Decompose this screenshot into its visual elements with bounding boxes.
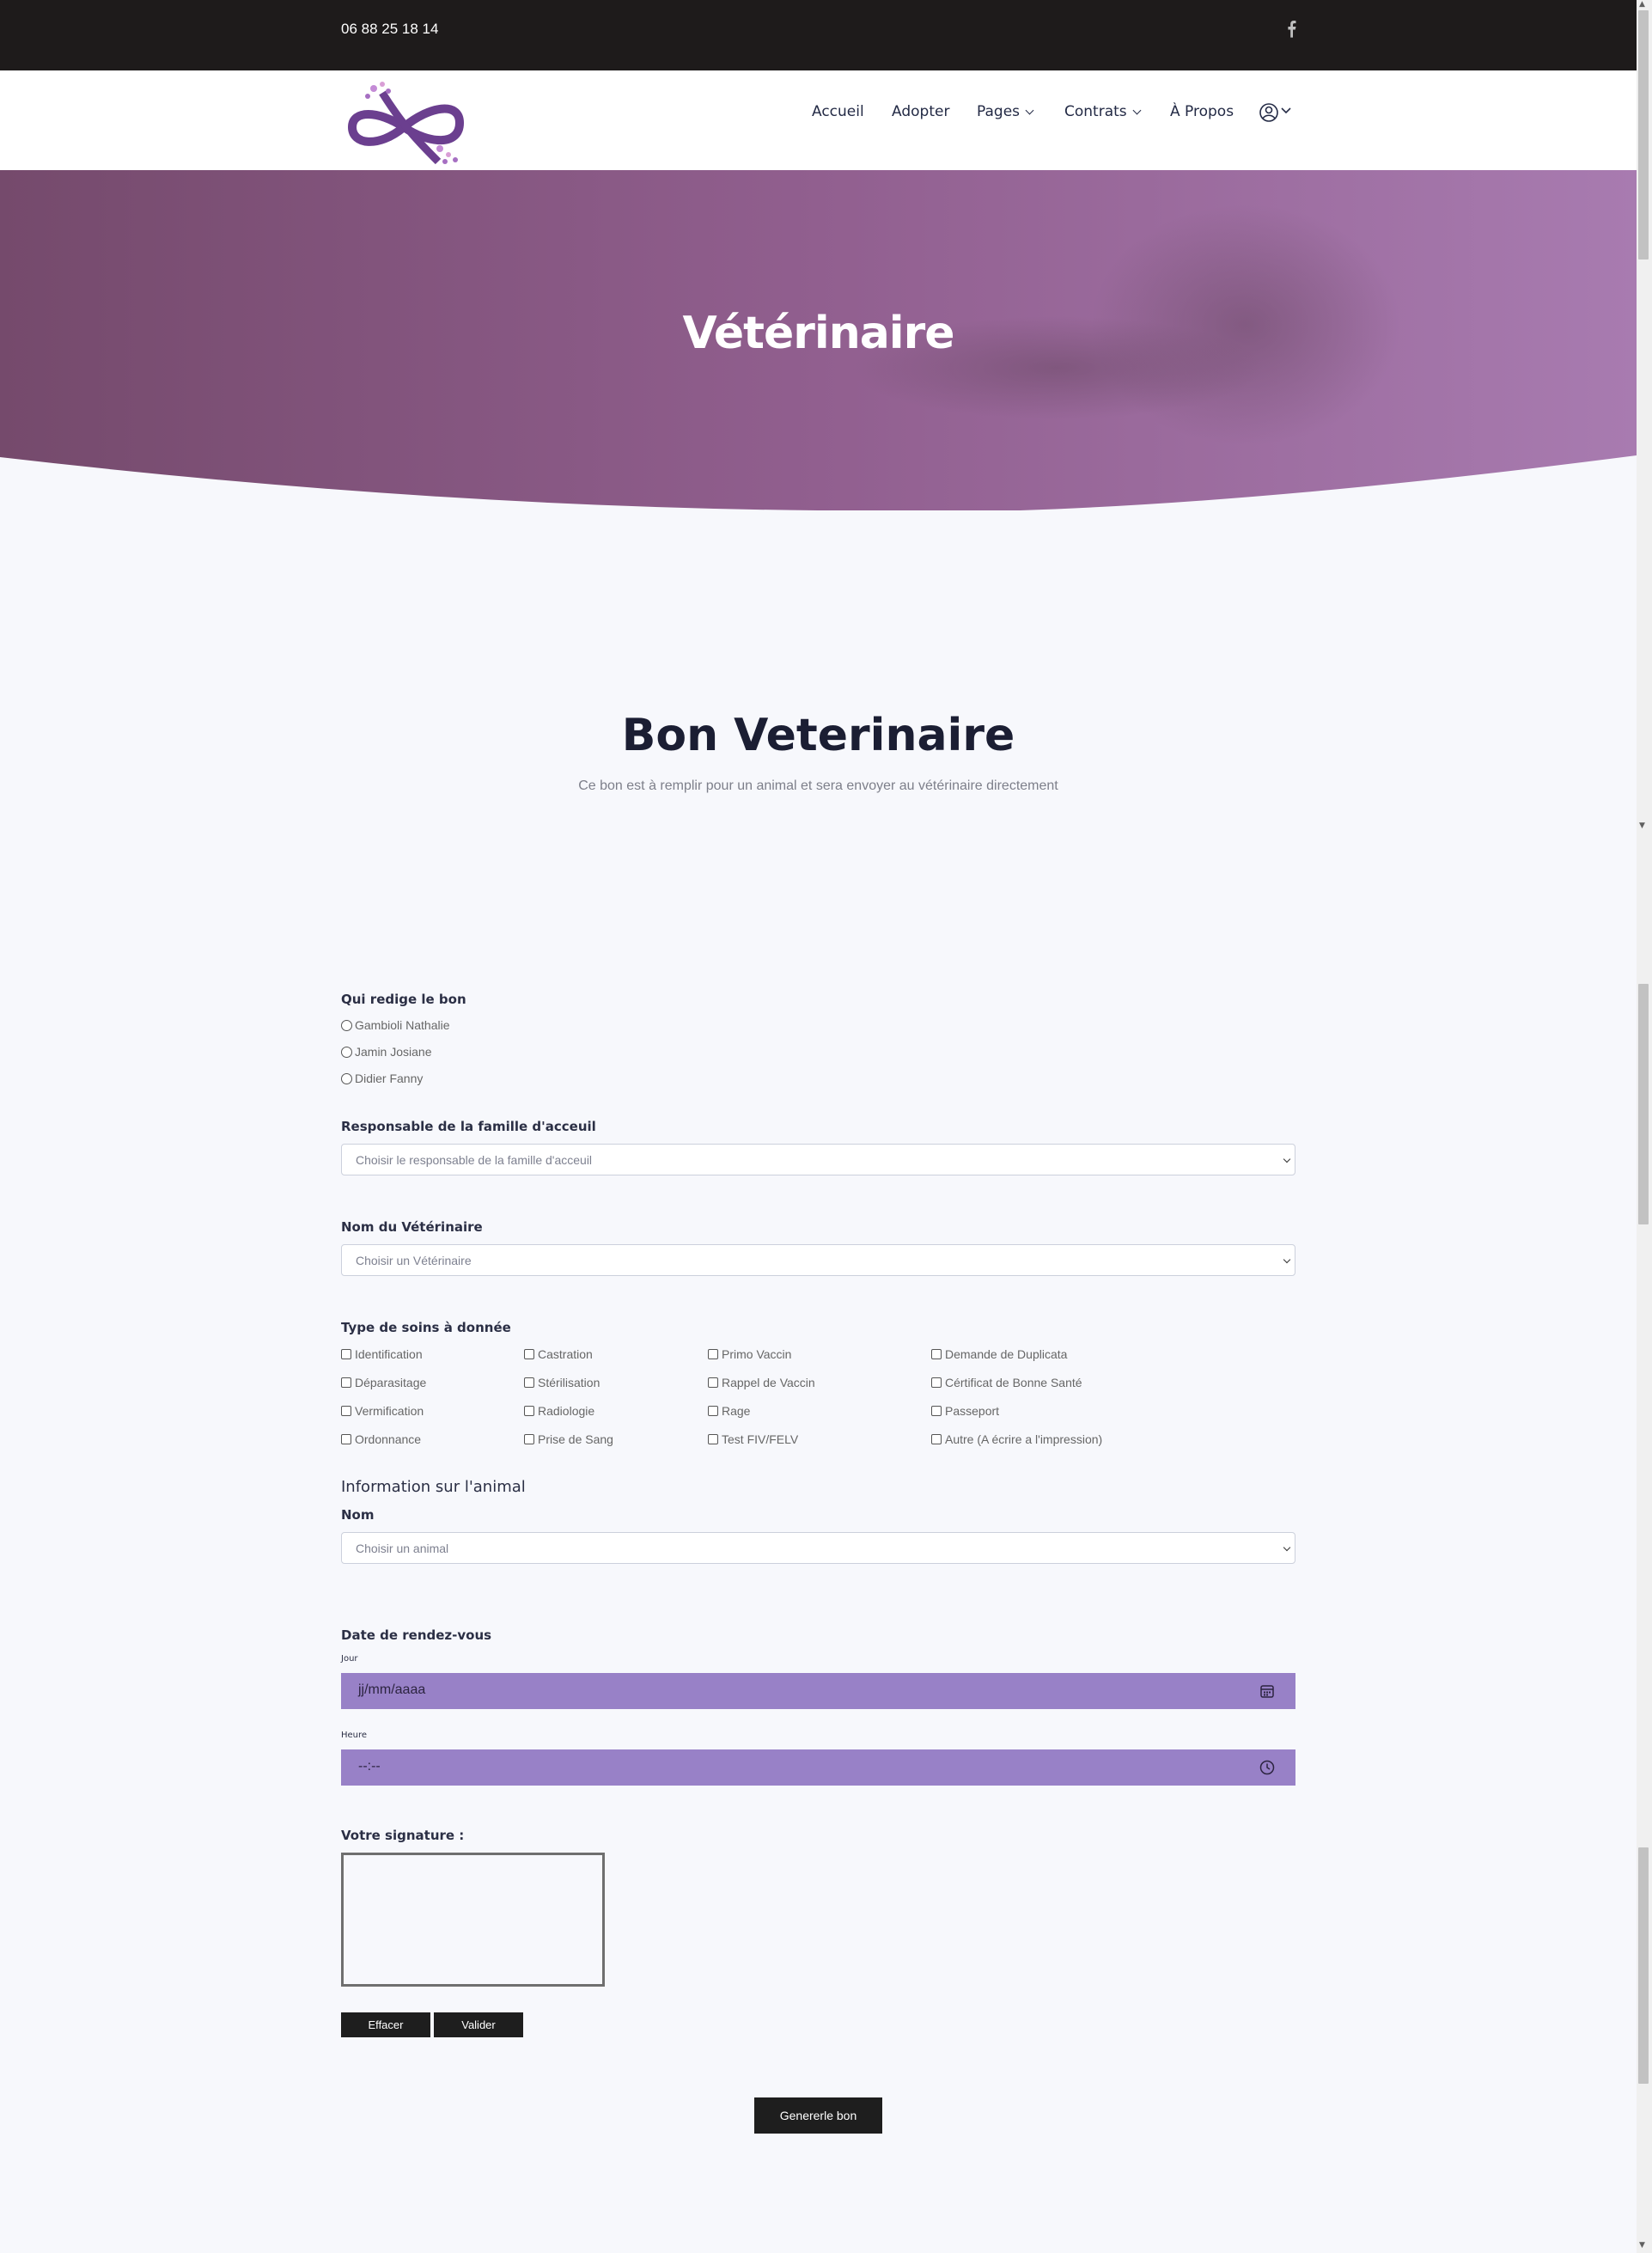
checkbox[interactable] bbox=[931, 1349, 942, 1359]
nav-pages[interactable]: Pages bbox=[977, 103, 1034, 120]
facebook-icon[interactable] bbox=[1285, 17, 1299, 41]
care-checkbox[interactable]: Test FIV/FELV bbox=[708, 1432, 798, 1446]
care-label: Type de soins à donnée bbox=[341, 1320, 511, 1335]
calendar-icon[interactable] bbox=[1259, 1683, 1275, 1699]
checkbox[interactable] bbox=[708, 1434, 718, 1444]
clock-icon[interactable] bbox=[1259, 1760, 1275, 1775]
chevron-down-icon bbox=[1283, 1155, 1291, 1163]
user-circle-icon[interactable] bbox=[1259, 101, 1299, 124]
scrollbar-thumb-middle[interactable] bbox=[1638, 984, 1649, 1224]
nav-adopter[interactable]: Adopter bbox=[892, 103, 949, 120]
page-title: Bon Veterinaire bbox=[621, 710, 1015, 761]
care-checkbox[interactable]: Cértificat de Bonne Santé bbox=[931, 1376, 1082, 1389]
generate-voucher-button[interactable]: Genererle bon bbox=[754, 2097, 882, 2134]
care-checkbox[interactable]: Rappel de Vaccin bbox=[708, 1376, 815, 1389]
checkbox[interactable] bbox=[341, 1406, 351, 1416]
checkbox[interactable] bbox=[931, 1406, 942, 1416]
signature-pad[interactable] bbox=[341, 1853, 605, 1987]
chevron-down-icon bbox=[1283, 1543, 1291, 1552]
foster-select[interactable]: Choisir le responsable de la famille d'a… bbox=[341, 1144, 1295, 1175]
checkbox[interactable] bbox=[931, 1377, 942, 1388]
checkbox[interactable] bbox=[524, 1406, 534, 1416]
care-checkbox[interactable]: Stérilisation bbox=[524, 1376, 600, 1389]
checkbox[interactable] bbox=[341, 1349, 351, 1359]
care-checkbox[interactable]: Primo Vaccin bbox=[708, 1347, 791, 1361]
appointment-label: Date de rendez-vous bbox=[341, 1627, 492, 1643]
care-checkbox[interactable]: Demande de Duplicata bbox=[931, 1347, 1067, 1361]
author-option[interactable]: Jamin Josiane bbox=[341, 1045, 432, 1059]
scroll-up-icon[interactable]: ▲ bbox=[1639, 0, 1645, 9]
nav-contrats[interactable]: Contrats bbox=[1064, 103, 1142, 120]
main-navbar bbox=[0, 70, 1637, 170]
animal-select[interactable]: Choisir un animal bbox=[341, 1532, 1295, 1564]
care-checkbox[interactable]: Castration bbox=[524, 1347, 593, 1361]
author-label: Qui redige le bon bbox=[341, 992, 466, 1007]
nav-accueil[interactable]: Accueil bbox=[812, 103, 864, 120]
date-input[interactable]: jj/mm/aaaa bbox=[341, 1673, 1295, 1709]
care-checkbox[interactable]: Prise de Sang bbox=[524, 1432, 613, 1446]
vet-label: Nom du Vétérinaire bbox=[341, 1219, 483, 1235]
chevron-down-icon bbox=[1025, 106, 1034, 115]
care-checkbox[interactable]: Déparasitage bbox=[341, 1376, 426, 1389]
care-checkbox[interactable]: Rage bbox=[708, 1404, 750, 1418]
top-bar: 06 88 25 18 14 bbox=[0, 0, 1637, 70]
checkbox[interactable] bbox=[524, 1434, 534, 1444]
care-checkbox[interactable]: Identification bbox=[341, 1347, 423, 1361]
infinity-paws-logo[interactable] bbox=[344, 76, 466, 167]
foster-label: Responsable de la famille d'acceuil bbox=[341, 1119, 596, 1134]
checkbox[interactable] bbox=[931, 1434, 942, 1444]
care-checkbox[interactable]: Passeport bbox=[931, 1404, 999, 1418]
author-option[interactable]: Didier Fanny bbox=[341, 1072, 423, 1085]
scrollbar-thumb-bottom[interactable] bbox=[1638, 1847, 1649, 2084]
time-label: Heure bbox=[341, 1731, 368, 1740]
radio-button[interactable] bbox=[341, 1072, 352, 1084]
scrollbar-thumb-top[interactable] bbox=[1638, 10, 1649, 259]
checkbox[interactable] bbox=[708, 1349, 718, 1359]
nav-a-propos[interactable]: À Propos bbox=[1170, 103, 1234, 120]
chevron-down-icon bbox=[1283, 1255, 1291, 1264]
care-checkbox[interactable]: Vermification bbox=[341, 1404, 424, 1418]
checkbox[interactable] bbox=[708, 1377, 718, 1388]
author-option[interactable]: Gambioli Nathalie bbox=[341, 1018, 450, 1032]
animal-heading: Information sur l'animal bbox=[341, 1478, 526, 1496]
care-checkbox[interactable]: Radiologie bbox=[524, 1404, 594, 1418]
chevron-down-icon bbox=[1132, 106, 1142, 115]
signature-label: Votre signature : bbox=[341, 1828, 465, 1843]
checkbox[interactable] bbox=[524, 1377, 534, 1388]
vet-select[interactable]: Choisir un Vétérinaire bbox=[341, 1244, 1295, 1276]
checkbox[interactable] bbox=[341, 1434, 351, 1444]
checkbox[interactable] bbox=[708, 1406, 718, 1416]
checkbox[interactable] bbox=[341, 1377, 351, 1388]
scroll-down-icon[interactable]: ▼ bbox=[1639, 2241, 1645, 2250]
validate-signature-button[interactable]: Valider bbox=[434, 2012, 523, 2037]
clear-signature-button[interactable]: Effacer bbox=[341, 2012, 430, 2037]
care-checkbox[interactable]: Ordonnance bbox=[341, 1432, 421, 1446]
radio-button[interactable] bbox=[341, 1019, 352, 1031]
animal-name-label: Nom bbox=[341, 1507, 375, 1523]
care-checkbox[interactable]: Autre (A écrire a l'impression) bbox=[931, 1432, 1102, 1446]
checkbox[interactable] bbox=[524, 1349, 534, 1359]
day-label: Jour bbox=[341, 1654, 358, 1664]
page-subtitle: Ce bon est à remplir pour un animal et s… bbox=[578, 778, 1058, 793]
hero-title: Vétérinaire bbox=[682, 308, 954, 359]
phone-number[interactable]: 06 88 25 18 14 bbox=[341, 21, 438, 38]
radio-button[interactable] bbox=[341, 1046, 352, 1058]
scroll-down-icon[interactable]: ▼ bbox=[1639, 821, 1645, 830]
time-input[interactable]: --:-- bbox=[341, 1749, 1295, 1786]
